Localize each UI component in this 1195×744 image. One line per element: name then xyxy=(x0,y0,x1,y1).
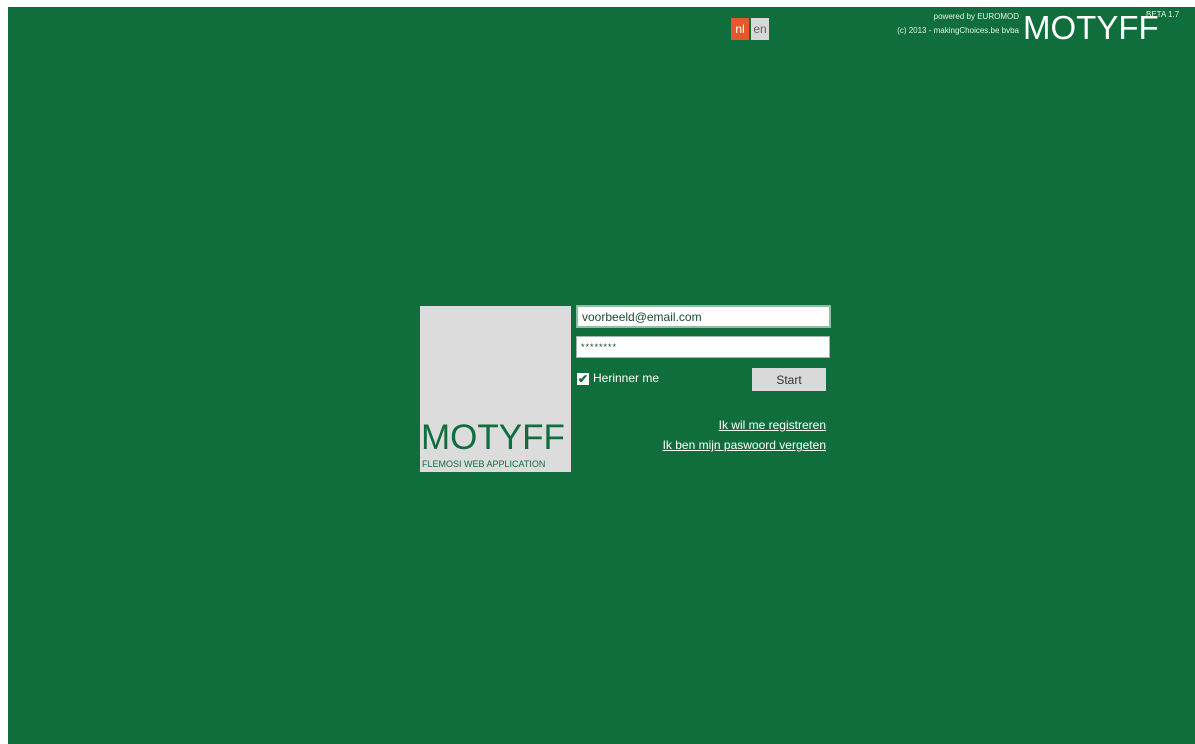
start-button[interactable]: Start xyxy=(752,368,826,391)
login-page: nl en powered by EUROMOD (c) 2013 - maki… xyxy=(8,7,1195,744)
logo-subtitle: FLEMOSI WEB APPLICATION xyxy=(422,459,546,469)
language-nl-button[interactable]: nl xyxy=(731,18,749,40)
email-field[interactable]: voorbeeld@email.com xyxy=(576,305,831,328)
copyright-text: (c) 2013 - makingChoices.be bvba xyxy=(897,26,1019,35)
forgot-password-link[interactable]: Ik ben mijn paswoord vergeten xyxy=(663,438,826,452)
language-en-button[interactable]: en xyxy=(751,18,769,40)
remember-me-checkbox[interactable]: ✔ xyxy=(577,373,589,385)
register-link[interactable]: Ik wil me registreren xyxy=(719,418,826,432)
app-brand-title: MOTYFF xyxy=(1023,9,1159,46)
app-logo: MOTYFF FLEMOSI WEB APPLICATION xyxy=(420,306,571,472)
version-badge: BETA 1.7 xyxy=(1146,10,1180,19)
powered-by-text: powered by EUROMOD xyxy=(933,12,1019,21)
logo-title: MOTYFF xyxy=(421,418,565,457)
password-field[interactable]: ******** xyxy=(576,336,830,358)
remember-me-label: Herinner me xyxy=(593,371,660,385)
